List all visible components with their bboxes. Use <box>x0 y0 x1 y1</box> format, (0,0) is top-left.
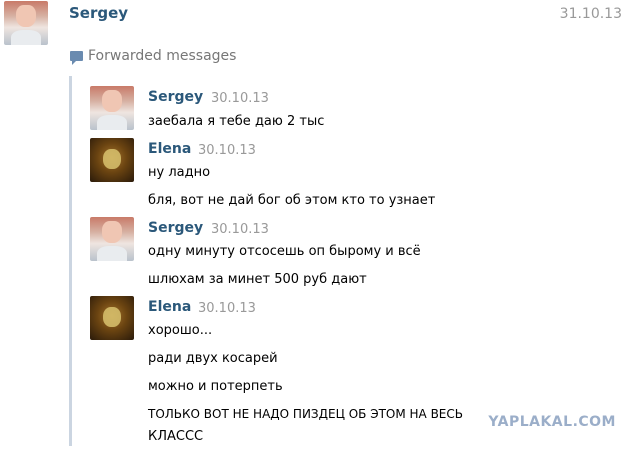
message-line: заебала я тебе даю 2 тыс <box>148 114 325 129</box>
message-line: ради двух косарей <box>148 351 278 366</box>
author-avatar-elena[interactable] <box>90 138 134 182</box>
author-avatar-elena[interactable] <box>90 296 134 340</box>
sender-name[interactable]: Sergey <box>69 4 128 22</box>
message-icon <box>70 51 83 65</box>
sender-avatar[interactable] <box>4 1 48 45</box>
author-date: 30.10.13 <box>211 91 269 106</box>
message-line: бля, вот не дай бог об этом кто то узнае… <box>148 193 436 208</box>
forwarded-quote-bar <box>69 76 72 446</box>
message-line: шлюхам за минет 500 руб дают <box>148 272 367 287</box>
author-date: 30.10.13 <box>211 222 269 237</box>
author-name[interactable]: Sergey <box>148 89 203 105</box>
author-date: 30.10.13 <box>198 143 256 158</box>
author-date: 30.10.13 <box>198 301 256 316</box>
message-line: КЛАССС <box>148 429 204 444</box>
message-line: ТОЛЬКО ВОТ НЕ НАДО ПИЗДЕЦ ОБ ЭТОМ НА ВЕС… <box>148 407 463 421</box>
author-avatar-sergey[interactable] <box>90 217 134 261</box>
message-line: можно и потерпеть <box>148 379 283 394</box>
forwarded-messages-label: Forwarded messages <box>70 48 237 65</box>
message-line: одну минуту отсосешь оп бырому и всё <box>148 244 421 259</box>
forwarded-messages-text: Forwarded messages <box>88 48 237 64</box>
message-line: ну ладно <box>148 165 211 180</box>
author-name[interactable]: Elena <box>148 141 191 157</box>
author-name[interactable]: Sergey <box>148 220 203 236</box>
author-avatar-sergey[interactable] <box>90 86 134 130</box>
watermark: YAPLAKAL.COM <box>488 414 616 430</box>
author-name[interactable]: Elena <box>148 299 191 315</box>
message-date: 31.10.13 <box>559 6 622 22</box>
message-line: хорошо... <box>148 323 213 338</box>
